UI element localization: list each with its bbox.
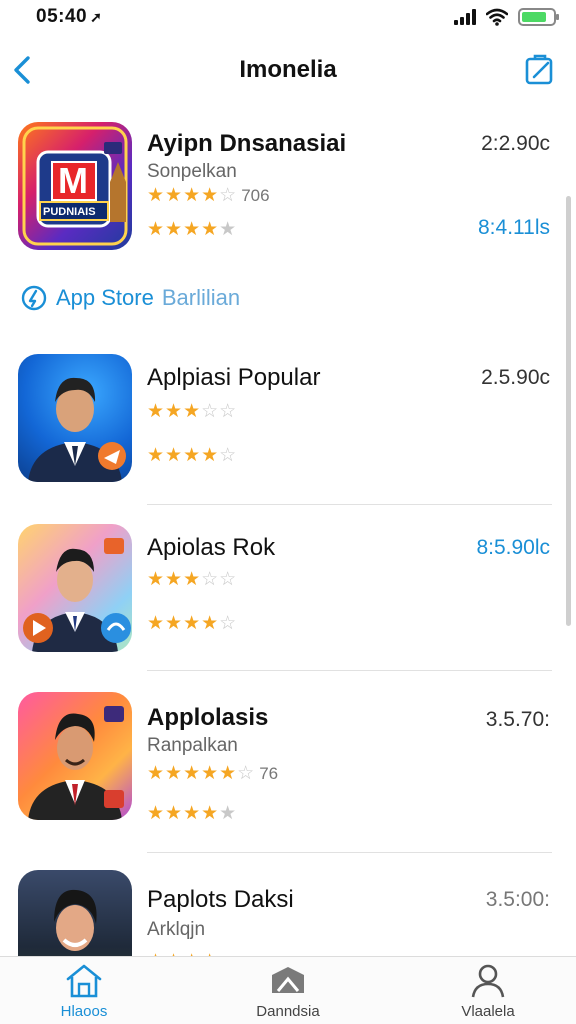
app-name: Applolasis (147, 704, 269, 731)
featured-icon-big-letter: M (58, 160, 88, 201)
featured-icon-small-text: PUDNIAIS (43, 206, 96, 218)
app-name: Paplots Daksi (147, 886, 294, 913)
home-icon (66, 964, 102, 998)
app-subtitle: Sonpelkan (147, 161, 237, 182)
star-rating: ★★★☆☆ (147, 569, 238, 590)
tab-profile-label: Vlaalela (461, 1003, 515, 1020)
tab-library-label: Danndsia (256, 1003, 320, 1020)
tab-home[interactable]: Hlaoos (24, 963, 144, 1020)
star-rating: ★★★★★ (147, 803, 238, 824)
tab-profile[interactable]: Vlaalela (428, 963, 548, 1020)
app-icon: M PUDNIAIS (18, 122, 132, 250)
person-portrait-artwork (28, 377, 126, 482)
rating-count: 76 (259, 764, 279, 783)
app-subtitle: Arklqjn (147, 919, 206, 940)
person-icon (471, 964, 505, 998)
star-rating: ★★★★★☆ 76 (147, 763, 279, 784)
tab-library[interactable]: Danndsia (228, 963, 348, 1020)
app-icon (18, 524, 132, 652)
star-rating: ★★★★☆ (147, 613, 238, 634)
star-rating: ★★★★★ (147, 219, 238, 240)
app-icon (18, 354, 132, 482)
app-price: 3.5.70: (485, 708, 550, 731)
share-icon (525, 54, 553, 85)
tab-bar: Hlaoos Danndsia Vlaalela (0, 956, 576, 1024)
status-icons (454, 8, 559, 26)
location-arrow-icon: ➚ (90, 9, 103, 25)
app-store-sublabel: Barlilian (161, 285, 241, 310)
person-portrait-artwork (23, 538, 131, 652)
wifi-icon (486, 8, 508, 26)
divider (147, 670, 552, 671)
cellular-signal-icon (454, 9, 476, 25)
divider (147, 504, 552, 505)
battery-icon (518, 8, 559, 26)
app-subtitle: Ranpalkan (147, 735, 238, 756)
app-store-icon (21, 285, 47, 311)
scrollbar[interactable] (566, 196, 571, 626)
app-price: 2.5.90c (481, 366, 550, 389)
app-price-secondary: 8:4.11ls (478, 216, 550, 239)
app-store-link[interactable]: App Store Barlilian (20, 284, 240, 312)
app-icon (18, 692, 132, 820)
share-button[interactable] (522, 50, 558, 86)
app-name: Ayipn Dnsanasiai (147, 130, 347, 157)
person-portrait-artwork (28, 706, 124, 820)
app-price: 3.5:00: (485, 888, 550, 911)
books-icon (272, 967, 304, 993)
status-bar: 05:40 ➚ (0, 0, 576, 36)
star-rating: ★★★★☆ (147, 445, 238, 466)
divider (147, 852, 552, 853)
status-time-text: 05:40 (36, 6, 88, 27)
app-store-label: App Store (56, 285, 154, 310)
page-title: Imonelia (239, 56, 337, 83)
rating-count: 706 (241, 186, 270, 205)
tab-home-label: Hlaoos (60, 1003, 108, 1020)
app-name: Apiolas Rok (147, 534, 276, 561)
app-name: Aplpiasi Popular (147, 364, 321, 391)
app-price: 8:5.90lc (476, 536, 550, 559)
navigation-bar: Imonelia (0, 36, 576, 106)
star-rating: ★★★☆☆ (147, 401, 238, 422)
star-rating: ★★★★☆ 706 (147, 185, 270, 206)
app-price: 2:2.90c (481, 132, 550, 155)
status-time: 05:40 ➚ (36, 6, 102, 28)
